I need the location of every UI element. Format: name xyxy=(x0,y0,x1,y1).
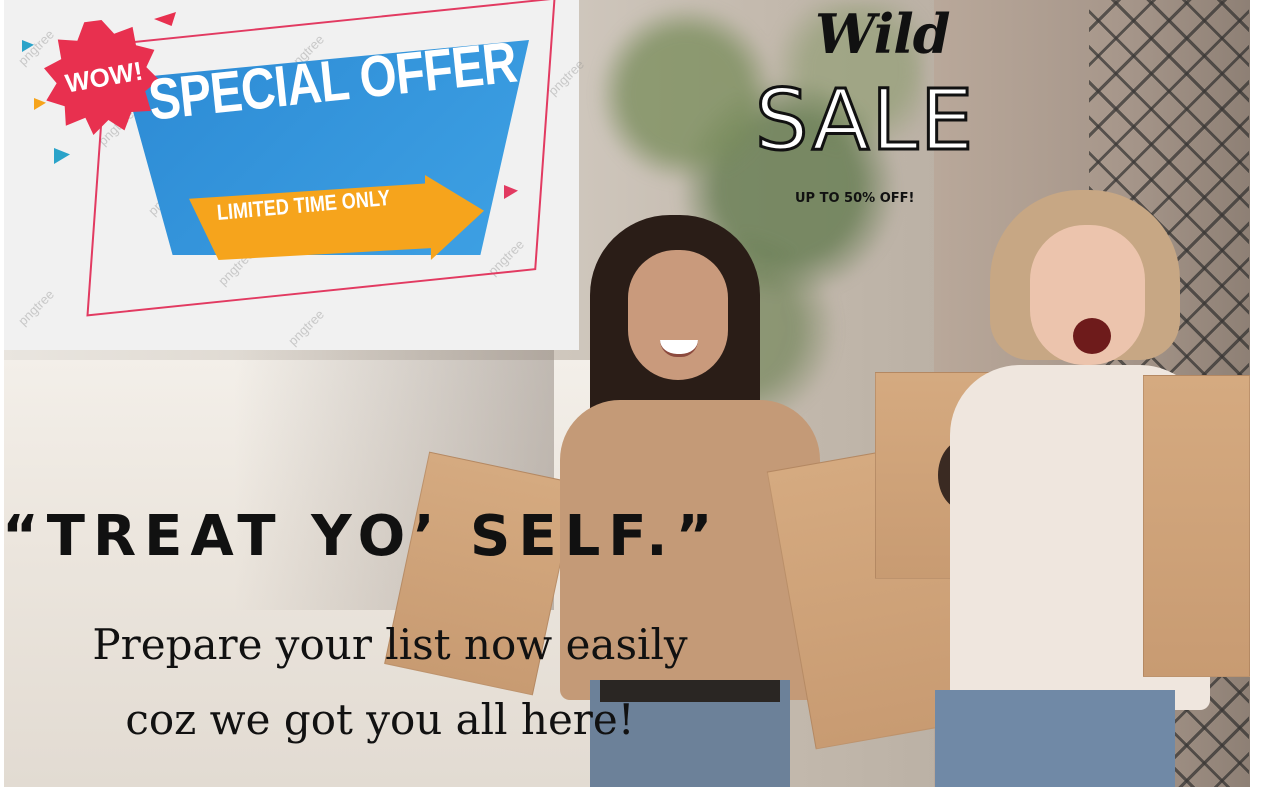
treat-yo-self-quote: “TREAT YO’ SELF.” xyxy=(2,504,721,569)
tagline-line-2: coz we got you all here! xyxy=(125,695,635,744)
surprised-mouth xyxy=(1073,318,1111,354)
watermark-text: pngtree xyxy=(15,26,57,69)
confetti-icon xyxy=(154,12,176,26)
tagline-line-1: Prepare your list now easily xyxy=(92,620,688,669)
sale-headline: SALE xyxy=(754,71,976,169)
discount-text: UP TO 50% OFF! xyxy=(795,191,915,206)
special-offer-banner: pngtree pngtree pngtree pngtree pngtree … xyxy=(4,0,587,350)
sale-poster: pngtree pngtree pngtree pngtree pngtree … xyxy=(0,0,1267,787)
wild-script-word: Wild xyxy=(815,2,950,66)
confetti-icon xyxy=(54,148,70,164)
watermark-text: pngtree xyxy=(15,286,57,329)
watermark-text: pngtree xyxy=(285,306,327,349)
confetti-icon xyxy=(34,98,46,110)
woman-blonde-jeans xyxy=(935,690,1175,787)
woman-brunette-face xyxy=(628,250,728,380)
shopping-bag xyxy=(1143,375,1250,677)
